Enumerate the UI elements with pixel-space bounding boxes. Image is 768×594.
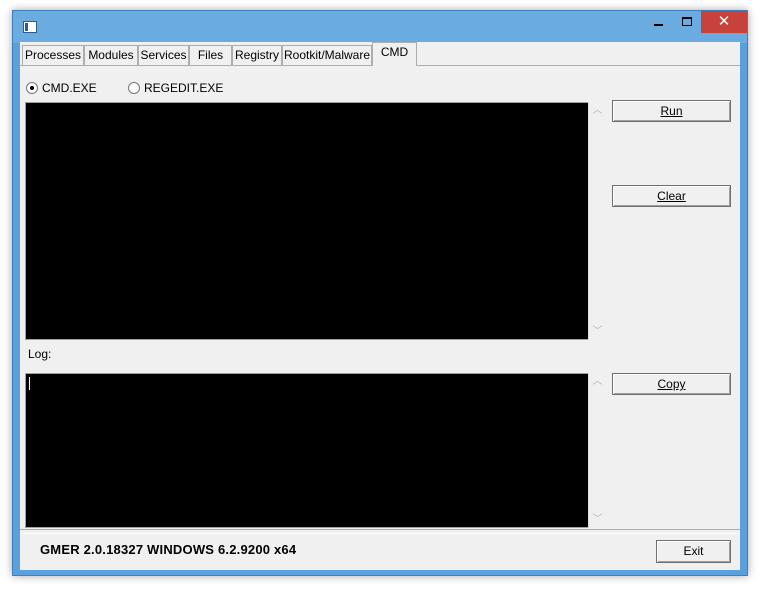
log-scrollbar[interactable]: ︿ ﹀ — [588, 373, 605, 528]
exit-button-label: Exit — [683, 544, 704, 558]
close-icon: ✕ — [717, 12, 731, 30]
copy-button-label: Copy — [657, 377, 686, 391]
tab-services[interactable]: Services — [138, 45, 189, 66]
log-output-area[interactable] — [25, 373, 588, 528]
radio-cmd-exe[interactable]: CMD.EXE — [26, 80, 97, 96]
tab-strip: Processes Modules Services Files Registr… — [20, 42, 740, 66]
radio-regedit-exe-label: REGEDIT.EXE — [144, 81, 224, 95]
minimize-button[interactable] — [643, 11, 673, 33]
tab-rootkit-malware[interactable]: Rootkit/Malware — [282, 45, 372, 66]
scroll-up-icon[interactable]: ︿ — [589, 102, 606, 119]
radio-regedit-exe[interactable]: REGEDIT.EXE — [128, 80, 223, 96]
tab-processes[interactable]: Processes — [22, 45, 84, 66]
scroll-down-icon[interactable]: ﹀ — [589, 511, 606, 528]
clear-button[interactable]: Clear — [612, 185, 731, 207]
radio-unchecked-icon[interactable] — [128, 82, 140, 94]
title-bar[interactable]: ✕ — [13, 11, 747, 43]
client-area: Processes Modules Services Files Registr… — [20, 42, 740, 570]
maximize-button[interactable] — [673, 11, 701, 33]
scroll-up-icon[interactable]: ︿ — [589, 373, 606, 390]
command-input-area[interactable] — [25, 102, 588, 340]
close-button[interactable]: ✕ — [701, 11, 747, 33]
scroll-down-icon[interactable]: ﹀ — [589, 323, 606, 340]
minimize-icon — [654, 24, 663, 26]
radio-cmd-exe-label: CMD.EXE — [42, 81, 97, 95]
command-scrollbar[interactable]: ︿ ﹀ — [588, 102, 605, 340]
app-icon — [23, 21, 37, 33]
maximize-icon — [682, 17, 692, 26]
radio-checked-icon[interactable] — [26, 82, 38, 94]
tab-cmd[interactable]: CMD — [372, 42, 417, 66]
tab-modules[interactable]: Modules — [84, 45, 138, 66]
tab-files[interactable]: Files — [189, 45, 232, 66]
log-label: Log: — [28, 347, 52, 361]
text-caret — [29, 377, 30, 390]
copy-button[interactable]: Copy — [612, 373, 731, 395]
clear-button-label: Clear — [657, 189, 686, 203]
run-button[interactable]: Run — [612, 100, 731, 122]
exit-button[interactable]: Exit — [656, 540, 731, 563]
gmer-window: ✕ Processes Modules Services Files Regis… — [12, 10, 748, 576]
tab-registry[interactable]: Registry — [232, 45, 282, 66]
run-button-label: Run — [660, 104, 683, 118]
version-info: GMER 2.0.18327 WINDOWS 6.2.9200 x64 — [40, 542, 297, 557]
status-bar: GMER 2.0.18327 WINDOWS 6.2.9200 x64 Exit — [20, 533, 740, 570]
